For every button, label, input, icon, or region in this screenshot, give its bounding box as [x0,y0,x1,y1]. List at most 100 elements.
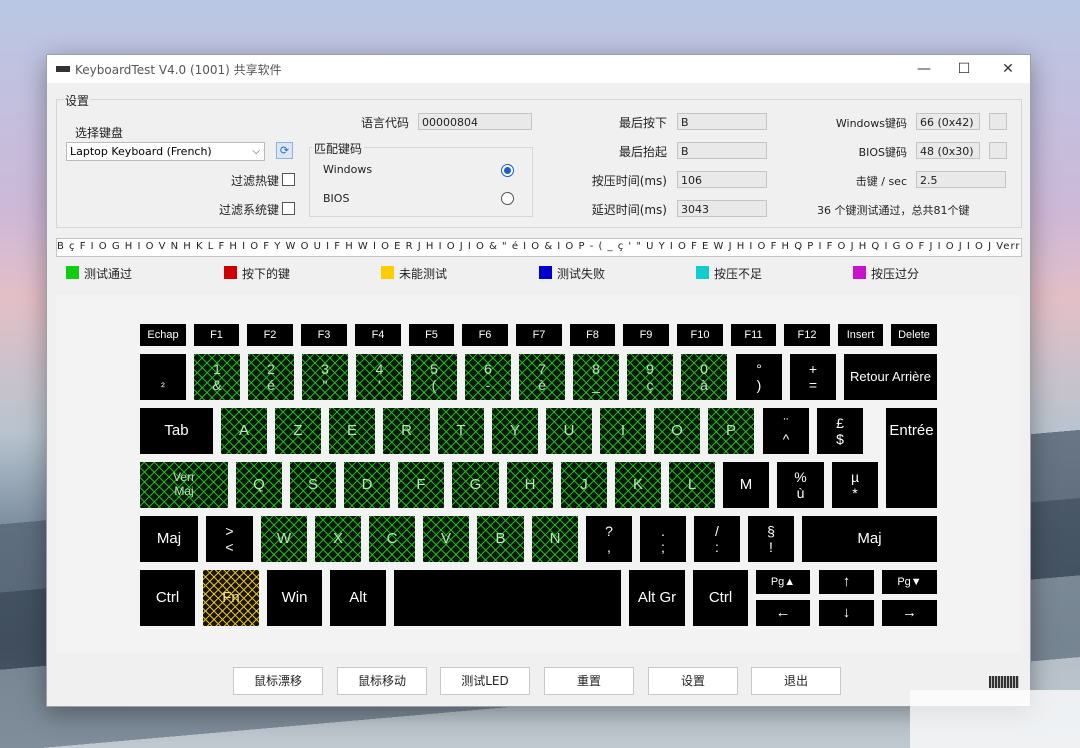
key-period: .; [640,516,686,562]
legend-label-underpress: 按压不足 [714,267,763,281]
app-window: KeyboardTest V4.0 (1001) 共享软件 — ☐ ✕ 设置 选… [46,54,1031,707]
key-label-top: 7 [538,360,546,377]
settings-button[interactable]: 设置 [648,667,738,695]
key-label-top: ° [756,360,762,377]
close-button[interactable]: ✕ [997,59,1019,79]
key-o: O [654,408,700,454]
keyboard-select[interactable]: Laptop Keyboard (French) ⌵ [66,142,265,161]
key-page-down: Pg▼ [882,570,937,594]
key-label-bottom: _ [592,377,600,393]
watermark-area [910,690,1080,748]
key-alt: Alt [330,570,386,626]
key-label-top: 8 [592,360,600,377]
key-label-top: / [715,522,719,539]
key-y: Y [492,408,538,454]
key-label-top: ? [605,522,613,539]
legend-swatch-failed [539,266,552,279]
key-right-ctrl: Ctrl [693,570,748,626]
key-label-bottom: = [808,377,818,393]
key-g: G [452,462,499,508]
mouse-move-button[interactable]: 鼠标移动 [337,667,427,695]
key-w: W [261,516,307,562]
keyboard-select-value: Laptop Keyboard (French) [70,145,212,158]
key-k: K [615,462,661,508]
key-section: §! [748,516,794,562]
key-history-field: B ç F I O G H I O V N H K L F H I O F Y … [56,238,1022,257]
legend-swatch-untested [381,266,394,279]
key-left-ctrl: Ctrl [140,570,195,626]
bios-code-field: 48 (0x30) [916,142,980,159]
legend-swatch-underpress [696,266,709,279]
reset-button[interactable]: 重置 [544,667,634,695]
keys-per-sec-field: 2.5 [916,171,1006,188]
test-led-button[interactable]: 测试LED [440,667,530,695]
keyboard-icon [989,676,1019,688]
key-3: 3 " [302,354,348,400]
minimize-button[interactable]: — [913,59,935,79]
key-2: 2é [248,354,294,400]
key-arrow-left: ← [756,600,810,626]
mouse-drift-button[interactable]: 鼠标漂移 [233,667,323,695]
legend-label-untested: 未能测试 [399,267,448,281]
key-6: 6- [465,354,511,400]
chevron-down-icon: ⌵ [252,146,260,157]
key-label-top: . [661,522,665,539]
key-label-bottom: Maj [174,484,194,498]
windows-code-indicator [989,113,1007,130]
key-label-top: 3 [321,360,329,377]
test-summary: 36 个键测试通过，总共81个键 [817,204,970,217]
key-mu: µ * [832,462,878,508]
key-f6: F6 [462,324,508,346]
keyboard-icon [56,66,70,72]
filter-system-keys-checkbox[interactable] [282,202,295,215]
key-label: ² [161,381,165,394]
key-label-top: 1 [213,360,221,377]
last-pressed-field: B [677,113,767,130]
key-label-bottom: - [485,377,491,393]
select-keyboard-label: 选择键盘 [75,126,124,140]
key-alt-gr: Alt Gr [629,570,685,626]
key-arrow-down: ↓ [819,600,874,626]
key-f: F [398,462,444,508]
key-s: S [290,462,336,508]
key-label-top: 0 [700,360,708,377]
key-label-bottom: < [225,539,234,555]
key-m: M [723,462,769,508]
filter-hotkeys-checkbox[interactable] [282,173,295,186]
key-f9: F9 [623,324,669,346]
radio-windows[interactable] [501,164,514,177]
key-b: B [477,516,524,562]
key-trema: ¨ ^ [763,408,809,454]
legend-swatch-pressed [224,266,237,279]
key-space [394,570,621,626]
key-l: L [669,462,715,508]
key-f12: F12 [784,324,830,346]
match-code-group [309,147,533,217]
exit-button[interactable]: 退出 [751,667,841,695]
key-f4: F4 [355,324,401,346]
key-label-top: Verr [172,470,195,485]
maximize-button[interactable]: ☐ [953,59,975,79]
key-backspace: Retour Arrière [844,354,937,400]
legend-swatch-overpress [853,266,866,279]
window-title: KeyboardTest V4.0 (1001) 共享软件 [75,63,282,77]
key-fn: Fn [203,570,259,626]
key-label-bottom: è [538,377,546,393]
refresh-icon[interactable]: ⟳ [276,142,293,159]
key-label-bottom: , [607,539,611,555]
key-8: 8 _ [573,354,619,400]
key-superscript-2: ² [140,354,186,400]
key-7: 7è [519,354,565,400]
key-label-bottom: * [852,485,858,501]
press-time-label: 按压时间(ms) [591,174,667,188]
legend-label-overpress: 按压过分 [871,267,920,281]
key-f7: F7 [516,324,562,346]
key-label-bottom: : [715,539,719,555]
key-label-top: > [225,522,234,539]
key-c: C [369,516,415,562]
key-z: Z [275,408,321,454]
lang-code-label: 语言代码 [360,116,409,130]
key-page-up: Pg▲ [756,570,810,594]
radio-bios[interactable] [501,192,514,205]
key-n: N [532,516,578,562]
